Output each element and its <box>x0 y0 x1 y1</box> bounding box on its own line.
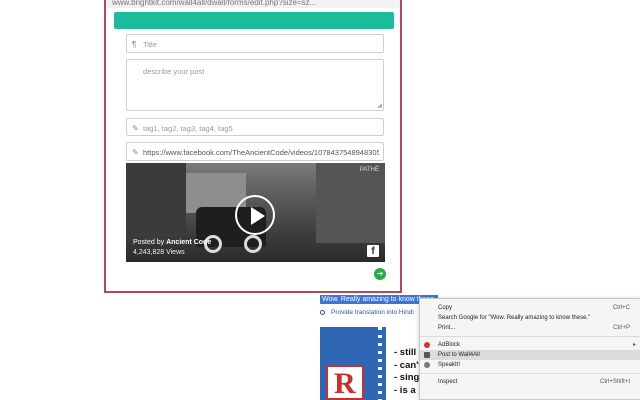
context-menu: Copy Ctrl+C Search Google for "Wow. Reall… <box>419 298 640 400</box>
menu-item-label: Copy <box>438 305 453 311</box>
title-icon: ¶ <box>132 40 137 49</box>
view-count: 4,243,828 Views <box>133 249 185 256</box>
logo-r: R <box>326 365 364 400</box>
posted-by-prefix: Posted by <box>133 239 165 246</box>
posted-by-name: Ancient Code <box>166 239 212 246</box>
menu-item-search-google[interactable]: Search Google for "Wow. Really amazing t… <box>420 313 640 323</box>
menu-item-copy[interactable]: Copy Ctrl+C <box>420 303 640 313</box>
speaker-icon <box>424 362 430 368</box>
translate-icon <box>320 309 325 315</box>
menu-item-print[interactable]: Print... Ctrl+P <box>420 323 640 333</box>
page: www.brightkit.com/wall4all/dwall/forms/e… <box>0 0 640 400</box>
menu-item-shortcut: Ctrl+C <box>612 305 630 311</box>
play-icon[interactable] <box>235 195 275 235</box>
video-watermark: PATHÉ <box>359 167 379 173</box>
description-placeholder: describe your post <box>143 67 205 76</box>
tags-placeholder: tag1, tag2, tag3, tag4, tag5 <box>143 124 233 133</box>
video-building <box>126 163 186 233</box>
resize-handle-icon[interactable]: ◢ <box>377 102 382 109</box>
popup-header-bar <box>114 12 394 29</box>
menu-item-adblock[interactable]: AdBlock ▸ <box>420 340 640 350</box>
menu-item-label: Print... <box>438 325 456 331</box>
translate-link-label: Provide translation into Hindi <box>331 309 414 316</box>
menu-item-label: Post to Wall4All <box>438 352 480 358</box>
menu-item-speakit[interactable]: SpeakIt! <box>420 360 640 370</box>
pencil-icon: ✎ <box>132 124 139 133</box>
menu-item-label: AdBlock <box>438 342 461 348</box>
menu-item-label: SpeakIt! <box>438 362 461 368</box>
posted-by: Posted by Ancient Code <box>133 239 211 246</box>
menu-item-label: Search Google for "Wow. Really amazing t… <box>438 315 591 321</box>
video-wheel <box>244 235 262 253</box>
chevron-right-icon: ▸ <box>632 342 636 348</box>
menu-divider <box>420 336 640 337</box>
popup-url-text: www.brightkit.com/wall4all/dwall/forms/e… <box>112 0 317 7</box>
title-input[interactable]: ¶ Title <box>126 34 384 53</box>
url-input[interactable]: ✎ https://www.facebook.com/TheAncientCod… <box>126 142 384 161</box>
title-placeholder: Title <box>143 40 157 49</box>
post-popup-window: www.brightkit.com/wall4all/dwall/forms/e… <box>104 0 402 293</box>
video-preview[interactable]: PATHÉ Posted by Ancient Code 4,243,828 V… <box>126 163 385 262</box>
adblock-icon <box>424 342 430 348</box>
translate-link[interactable]: Provide translation into Hindi <box>320 309 414 316</box>
menu-item-label: Inspect <box>438 379 458 385</box>
url-value: https://www.facebook.com/TheAncientCode/… <box>143 148 379 157</box>
pencil-icon: ✎ <box>132 148 139 157</box>
menu-item-shortcut: Ctrl+Shift+I <box>599 379 630 385</box>
puzzle-icon <box>424 352 430 358</box>
notebook-rings <box>378 327 382 400</box>
facebook-icon: f <box>367 245 379 257</box>
menu-item-inspect[interactable]: Inspect Ctrl+Shift+I <box>420 377 640 387</box>
description-textarea[interactable]: describe your post ◢ <box>126 59 384 111</box>
tags-input[interactable]: ✎ tag1, tag2, tag3, tag4, tag5 <box>126 118 384 136</box>
submit-arrow-icon[interactable]: ➜ <box>374 268 386 280</box>
popup-url-bar: www.brightkit.com/wall4all/dwall/forms/e… <box>106 0 400 8</box>
video-building <box>316 163 385 243</box>
menu-item-post-to-wall4all[interactable]: Post to Wall4All <box>420 350 640 360</box>
logo-letter: R <box>334 367 356 400</box>
menu-item-shortcut: Ctrl+P <box>613 325 630 331</box>
page-image: R <box>320 327 386 400</box>
menu-divider <box>420 373 640 374</box>
